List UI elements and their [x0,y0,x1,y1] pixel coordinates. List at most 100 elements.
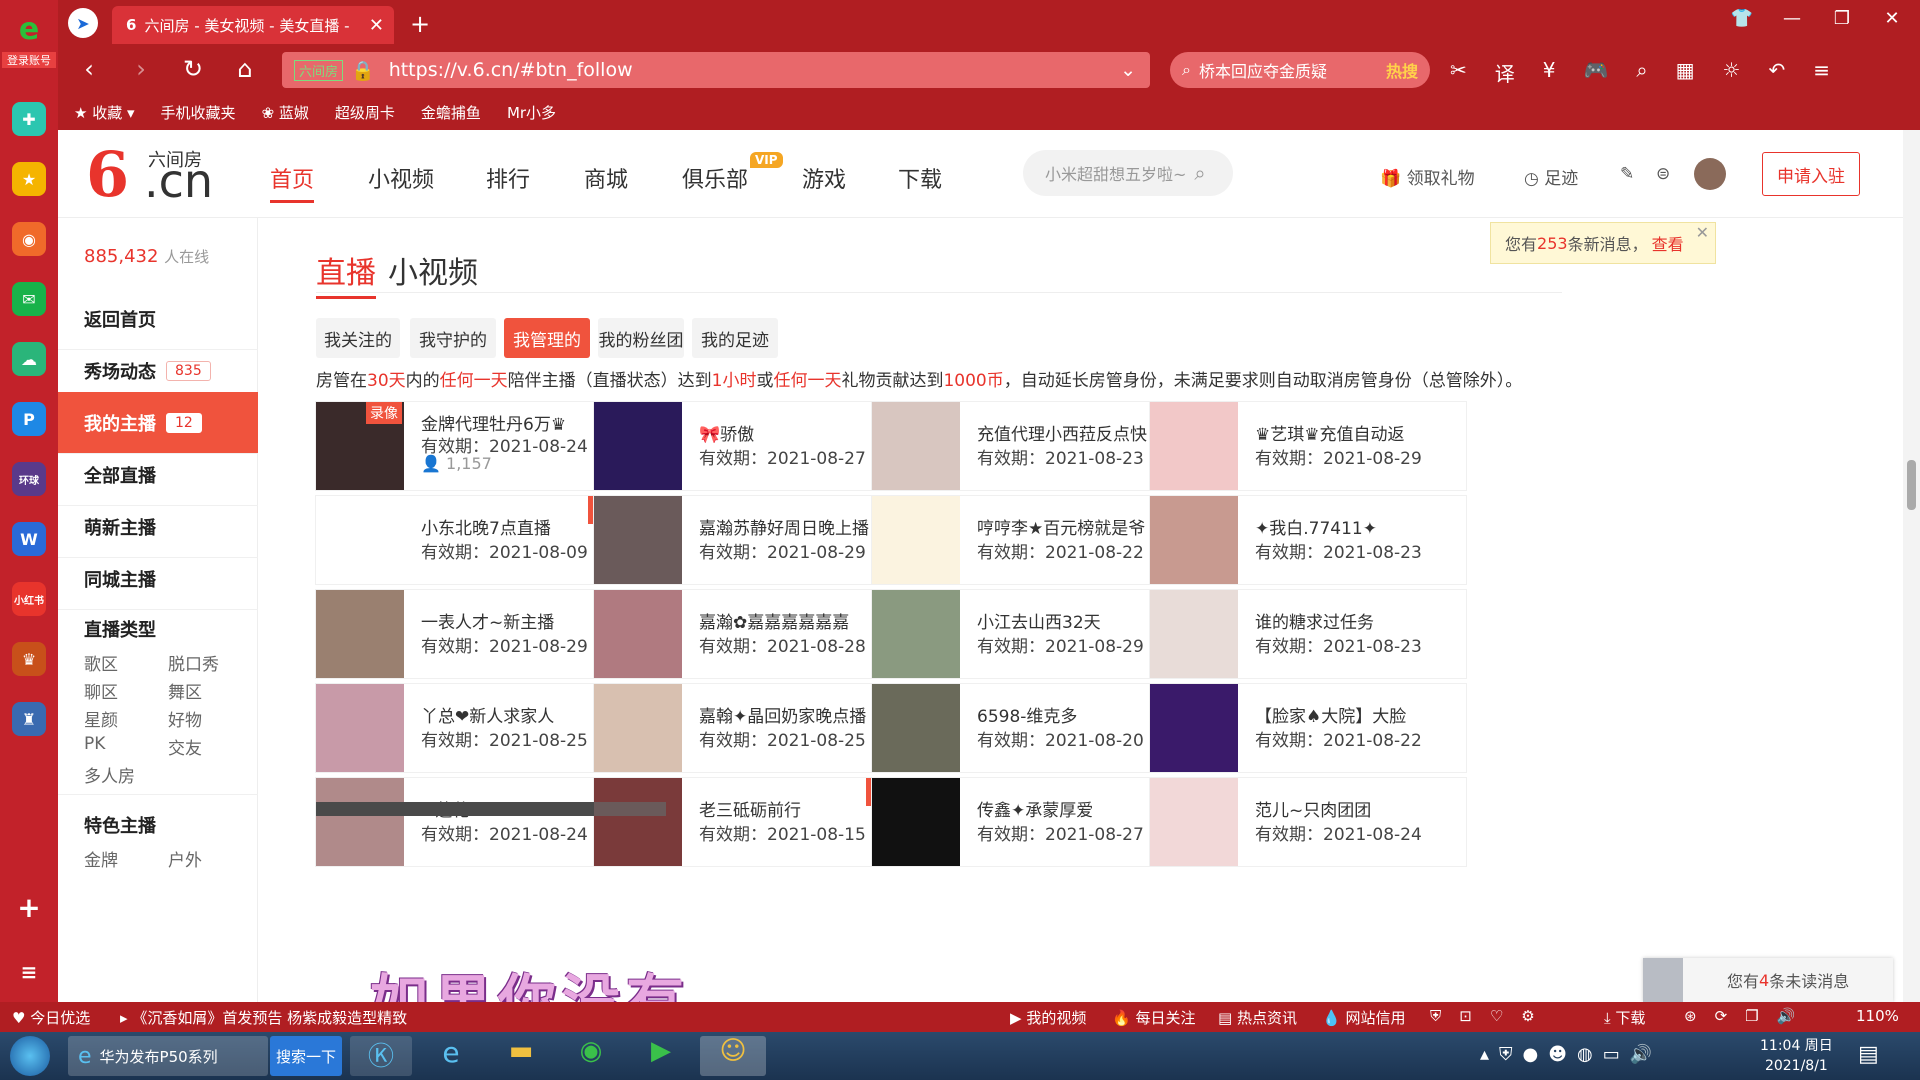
anchor-name[interactable]: 一表人才~新主播 [421,608,554,633]
anchor-thumbnail[interactable] [1150,684,1238,772]
subtab-footprint[interactable]: 我的足迹 [692,318,778,358]
nav-mall[interactable]: 商城 [584,162,628,194]
p-app-icon[interactable]: P [12,402,46,436]
anchor-name[interactable]: 【脸家♠大院】大脸 [1255,702,1406,727]
anchor-card[interactable]: ♛艺琪♛充值自动返 有效期：2021-08-29 [1150,402,1466,490]
close-window-icon[interactable]: ✕ [1872,8,1912,29]
brightness-icon[interactable]: ☼ [1723,58,1741,87]
restore-icon[interactable]: ❐ [1822,8,1862,29]
anchor-card[interactable]: 【脸家♠大院】大脸 有效期：2021-08-22 [1150,684,1466,772]
anchor-thumbnail[interactable] [594,496,682,584]
anchor-thumbnail[interactable] [594,402,682,490]
anchor-card[interactable]: 录像 金牌代理牡丹6万♛ 有效期：2021-08-24 👤 1,157 [316,402,632,490]
subtab-following[interactable]: 我关注的 [316,318,400,358]
anchor-thumbnail[interactable] [316,496,404,584]
anchor-name[interactable]: 嘉瀚苏静好周日晚上播 [699,514,869,539]
subtab-guarding[interactable]: 我守护的 [410,318,496,358]
tab-close-icon[interactable]: ✕ [369,15,384,36]
anchor-card[interactable]: 老三砥砺前行有效期：2021-08-15总管 [594,778,910,866]
folder-icon[interactable]: ▬ [490,1036,552,1076]
status-today-pick[interactable]: ♥ 今日优选 [12,1007,90,1028]
status-tool-icons[interactable]: ⛨⊡♡⚙ [1430,1007,1553,1025]
avatar-app-icon[interactable]: ☺ [700,1036,766,1076]
apps-icon[interactable]: ▦ [1676,58,1695,87]
anchor-card[interactable]: 6598-维克多 有效期：2021-08-20 [872,684,1188,772]
anchor-thumbnail[interactable] [1150,402,1238,490]
anchor-thumbnail[interactable] [872,684,960,772]
anchor-name[interactable]: 6598-维克多 [977,702,1077,727]
taskbar-search-button[interactable]: 搜索一下 [270,1036,342,1076]
taskbar-app-browser[interactable]: e 华为发布P50系列 [68,1036,268,1076]
k-app-icon[interactable]: Ⓚ [350,1036,412,1076]
anchor-name[interactable]: ✦我白.77411✦ [1255,514,1377,539]
game-icon[interactable]: 🎮 [1584,58,1609,87]
home-icon[interactable]: ⌂ [228,52,262,86]
dropdown-icon[interactable]: ⌄ [1120,59,1136,81]
nav-home[interactable]: 首页 [270,162,315,203]
game-app-icon[interactable]: ♛ [12,642,46,676]
mail-icon[interactable]: ✉ [12,282,46,316]
anchor-card[interactable]: 谁的糖求过任务 有效期：2021-08-23 [1150,590,1466,678]
sidebar-menu-icon[interactable]: ≡ [12,955,46,989]
anchor-card[interactable]: ✦我白.77411✦ 有效期：2021-08-23 [1150,496,1466,584]
type-talkshow[interactable]: 脱口秀 [168,650,219,675]
bookmark-item[interactable]: 金蟾捕鱼 [421,102,481,123]
coin-icon[interactable]: ¥ [1543,58,1556,87]
sidebar-item-local-anchors[interactable]: 同城主播 [58,548,258,610]
browser-search[interactable]: ⌕ 桥本回应夺金质疑 热搜 [1170,52,1430,88]
search-icon[interactable]: ⌕ [1194,161,1205,185]
type-star[interactable]: 星颜 [84,706,118,731]
page-scrollbar[interactable] [1903,130,1920,1002]
status-news[interactable]: ▸ 《沉香如屑》首发预告 杨紫成毅造型精致 [120,1007,407,1028]
featured-outdoor[interactable]: 户外 [168,846,202,871]
status-my-video[interactable]: ▶ 我的视频 [1010,1007,1086,1028]
anchor-thumbnail[interactable] [1150,590,1238,678]
shop-app-icon[interactable]: 小红书 [12,582,46,616]
navigation-icon[interactable]: ➤ [68,8,98,38]
apply-button[interactable]: 申请入驻 [1762,152,1860,196]
castle-app-icon[interactable]: ♜ [12,702,46,736]
nav-download[interactable]: 下载 [898,162,942,194]
anchor-thumbnail[interactable] [872,496,960,584]
anchor-card[interactable]: 🎀骄傲 有效期：2021-08-27 [594,402,910,490]
message-icon[interactable]: ⊜ [1656,164,1670,184]
add-app-icon[interactable]: + [12,890,46,924]
nav-ranking[interactable]: 排行 [486,162,530,194]
subtab-managing[interactable]: 我管理的 [504,318,590,358]
subtab-fan-club[interactable]: 我的粉丝团 [598,318,684,358]
login-link[interactable]: 登录账号 [2,52,56,68]
bookmark-item[interactable]: 超级周卡 [335,102,395,123]
nav-games[interactable]: 游戏 [802,162,846,194]
anchor-card[interactable]: 传鑫✦承蒙厚爱 有效期：2021-08-27 [872,778,1188,866]
anchor-thumbnail[interactable] [872,590,960,678]
anchor-thumbnail[interactable] [594,684,682,772]
forward-icon[interactable]: › [124,52,158,86]
new-tab-button[interactable]: + [410,10,430,38]
nav-short-video[interactable]: 小视频 [368,162,434,194]
type-dance[interactable]: 舞区 [168,678,202,703]
ie-taskbar-icon[interactable]: e [420,1036,482,1076]
anchor-card[interactable]: 丫总❤新人求家人 有效期：2021-08-25 [316,684,632,772]
anchor-thumbnail[interactable] [872,778,960,866]
clock[interactable]: 11:04 周日 2021/8/1 [1760,1036,1833,1076]
notification-icon[interactable]: ▤ [1858,1042,1879,1067]
start-button[interactable] [10,1036,50,1076]
anchor-name[interactable]: 小东北晚7点直播 [421,514,551,539]
avatar[interactable] [1694,158,1726,190]
history-link[interactable]: ◷ 足迹 [1524,164,1578,189]
tray-icons[interactable]: ▴⛨●☻◍▭🔊 [1480,1044,1662,1065]
browser-tab[interactable]: 6 六间房 - 美女视频 - 美女直播 - ✕ [112,6,394,44]
status-hot-news[interactable]: ▤ 热点资讯 [1218,1007,1297,1028]
type-song[interactable]: 歌区 [84,650,118,675]
gift-link[interactable]: 🎁 领取礼物 [1380,164,1475,189]
anchor-thumbnail[interactable] [316,684,404,772]
anchor-thumbnail[interactable]: 录像 [316,402,404,490]
anchor-name[interactable]: 谁的糖求过任务 [1255,608,1374,633]
type-pk[interactable]: PK [84,734,105,754]
anchor-thumbnail[interactable] [1150,496,1238,584]
bookmark-item[interactable]: Mr小多 [507,102,556,123]
site-logo[interactable]: 6 [86,144,129,206]
skin-icon[interactable]: 👕 [1722,8,1762,29]
scrollbar-thumb[interactable] [1907,460,1916,510]
anchor-card[interactable]: 嘉翰✦晶回奶家晚点播 有效期：2021-08-25 [594,684,910,772]
